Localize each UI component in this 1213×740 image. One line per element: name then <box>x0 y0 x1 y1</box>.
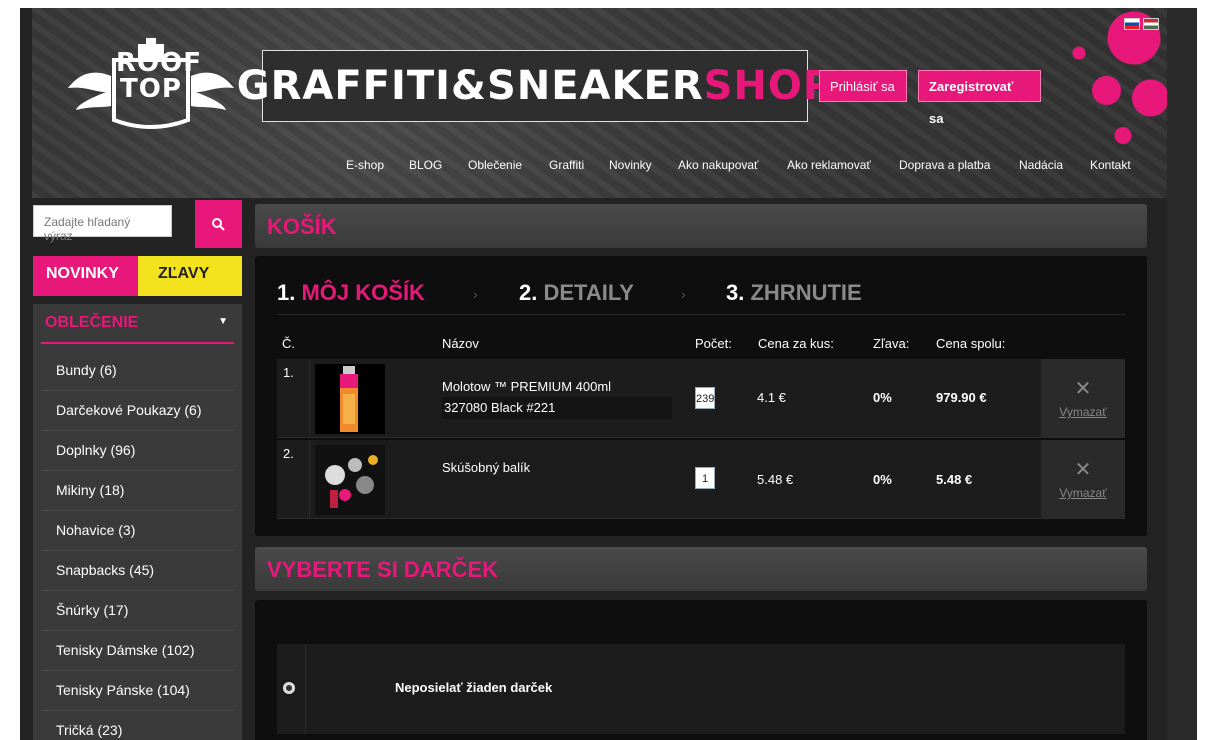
step-separator-icon: › <box>473 286 478 302</box>
step-1-number: 1. <box>277 280 296 305</box>
step-separator-icon: › <box>681 286 686 302</box>
step-3-number: 3. <box>726 280 745 305</box>
delete-cell[interactable]: ✕ Vymazať <box>1041 359 1125 437</box>
logo-text: ROOF TOP <box>116 48 202 104</box>
product-variant: 327080 Black #221 <box>442 397 672 419</box>
cart-panel: 1. MÔJ KOŠÍK › 2. DETAILY › 3. ZHRNUTIE … <box>255 256 1147 536</box>
product-name[interactable]: Skúšobný balík <box>442 460 530 475</box>
category-item-tenisky-panske[interactable]: Tenisky Pánske (104) <box>41 670 234 711</box>
step-2-number: 2. <box>519 280 538 305</box>
nav-item-nadacia[interactable]: Nadácia <box>1019 158 1063 172</box>
category-menu: OBLEČENIE ▼ Bundy (6) Darčekové Poukazy … <box>33 304 242 740</box>
delete-link[interactable]: Vymazať <box>1041 405 1125 419</box>
gift-option-row[interactable]: Neposielať žiaden darček <box>277 644 1125 734</box>
product-name[interactable]: Molotow ™ PREMIUM 400ml <box>442 379 611 394</box>
caret-down-icon[interactable]: ▼ <box>218 316 228 327</box>
category-item-bundy[interactable]: Bundy (6) <box>41 350 234 391</box>
language-switcher <box>1124 18 1159 30</box>
delete-link[interactable]: Vymazať <box>1041 486 1125 500</box>
nav-item-oblecenie[interactable]: Oblečenie <box>468 158 522 172</box>
unit-price: 5.48 € <box>757 472 794 487</box>
login-button[interactable]: Prihlásiť sa <box>819 70 907 102</box>
category-item-nohavice[interactable]: Nohavice (3) <box>41 510 234 551</box>
discount-value: 0% <box>873 472 892 487</box>
category-divider <box>41 342 234 344</box>
cart-row: 1. Molotow ™ PREMIUM 400ml 327080 Black … <box>277 359 1125 438</box>
flag-sk-icon[interactable] <box>1124 18 1140 30</box>
close-icon[interactable]: ✕ <box>1041 379 1125 399</box>
sample-pack-icon <box>315 445 385 515</box>
step-moj-kosik[interactable]: 1. MÔJ KOŠÍK <box>277 280 425 306</box>
close-icon[interactable]: ✕ <box>1041 460 1125 480</box>
cart-title: KOŠÍK <box>267 214 337 239</box>
cart-row: 2. Skúšobný balík 1 5.48 € 0% 5.48 € ✕ V… <box>277 440 1125 519</box>
nav-item-kontakt[interactable]: Kontakt <box>1090 158 1131 172</box>
product-thumbnail[interactable] <box>315 445 385 515</box>
page-frame: ROOF TOP GRAFFITI&SNEAKER SHOP Prihlásiť … <box>20 8 1197 740</box>
step-1-label: MÔJ KOŠÍK <box>301 280 425 305</box>
col-no: Č. <box>282 336 295 351</box>
category-item-doplnky[interactable]: Doplnky (96) <box>41 430 234 471</box>
nav-item-graffiti[interactable]: Graffiti <box>549 158 584 172</box>
radio-button[interactable] <box>283 682 295 694</box>
col-discount: Zľava: <box>873 336 910 351</box>
row-index-cell: 1. <box>277 359 310 437</box>
spray-can-icon <box>340 366 358 432</box>
row-index: 1. <box>283 365 294 380</box>
search-button[interactable] <box>195 200 242 248</box>
gift-option-label: Neposielať žiaden darček <box>395 680 553 695</box>
nav-item-doprava[interactable]: Doprava a platba <box>899 158 990 172</box>
main-nav: E-shop BLOG Oblečenie Graffiti Novinky A… <box>32 158 1167 178</box>
register-button[interactable]: Zaregistrovať sa <box>918 70 1041 126</box>
gift-title-bar: VYBERTE SI DARČEK <box>255 547 1147 591</box>
quantity-input[interactable]: 1 <box>695 467 715 489</box>
right-background-strip <box>1167 8 1197 740</box>
cart-title-bar: KOŠÍK <box>255 204 1147 248</box>
nav-item-novinky[interactable]: Novinky <box>609 158 652 172</box>
step-detaily[interactable]: 2. DETAILY <box>519 280 634 306</box>
nav-item-ako-nakupovat[interactable]: Ako nakupovať <box>678 158 759 172</box>
rooftop-logo[interactable]: ROOF TOP <box>66 36 236 136</box>
total-price: 979.90 € <box>936 390 987 405</box>
search-input[interactable]: Zadajte hľadaný výraz <box>33 205 172 243</box>
row-index-cell: 2. <box>277 440 310 518</box>
delete-cell[interactable]: ✕ Vymazať <box>1041 440 1125 518</box>
flag-hu-icon[interactable] <box>1143 18 1159 30</box>
site-header: ROOF TOP GRAFFITI&SNEAKER SHOP Prihlásiť … <box>32 8 1167 198</box>
paint-splash-decoration <box>1057 8 1167 158</box>
col-qty: Počet: <box>695 336 732 351</box>
gift-radio-cell <box>277 644 306 734</box>
step-3-label: ZHRNUTIE <box>750 280 862 305</box>
shop-title-white: GRAFFITI&SNEAKER <box>236 63 704 109</box>
step-zhrnutie[interactable]: 3. ZHRNUTIE <box>726 280 862 306</box>
shop-title-banner[interactable]: GRAFFITI&SNEAKER SHOP <box>237 50 832 122</box>
nav-item-ako-reklamovat[interactable]: Ako reklamovať <box>787 158 871 172</box>
category-item-snurky[interactable]: Šnúrky (17) <box>41 590 234 631</box>
discount-value: 0% <box>873 390 892 405</box>
nav-item-blog[interactable]: BLOG <box>409 158 442 172</box>
search-icon <box>212 218 225 231</box>
steps-divider <box>277 314 1125 315</box>
tab-zlavy[interactable]: ZĽAVY <box>138 256 242 296</box>
category-title[interactable]: OBLEČENIE <box>45 314 138 332</box>
unit-price: 4.1 € <box>757 390 786 405</box>
gift-panel: Neposielať žiaden darček <box>255 600 1147 740</box>
gift-title: VYBERTE SI DARČEK <box>267 557 499 582</box>
category-item-mikiny[interactable]: Mikiny (18) <box>41 470 234 511</box>
nav-item-eshop[interactable]: E-shop <box>346 158 384 172</box>
col-name: Názov <box>442 336 479 351</box>
quantity-input[interactable]: 239 <box>695 387 715 409</box>
category-item-snapbacks[interactable]: Snapbacks (45) <box>41 550 234 591</box>
category-item-darcekove-poukazy[interactable]: Darčekové Poukazy (6) <box>41 390 234 431</box>
tab-novinky[interactable]: NOVINKY <box>33 256 138 296</box>
category-item-tricka[interactable]: Tričká (23) <box>41 710 234 740</box>
row-index: 2. <box>283 446 294 461</box>
total-price: 5.48 € <box>936 472 973 487</box>
product-thumbnail[interactable] <box>315 364 385 434</box>
step-2-label: DETAILY <box>543 280 634 305</box>
col-total: Cena spolu: <box>936 336 1006 351</box>
shop-title-pink: SHOP <box>703 63 834 109</box>
col-unit-price: Cena za kus: <box>758 336 834 351</box>
category-item-tenisky-damske[interactable]: Tenisky Dámske (102) <box>41 630 234 671</box>
